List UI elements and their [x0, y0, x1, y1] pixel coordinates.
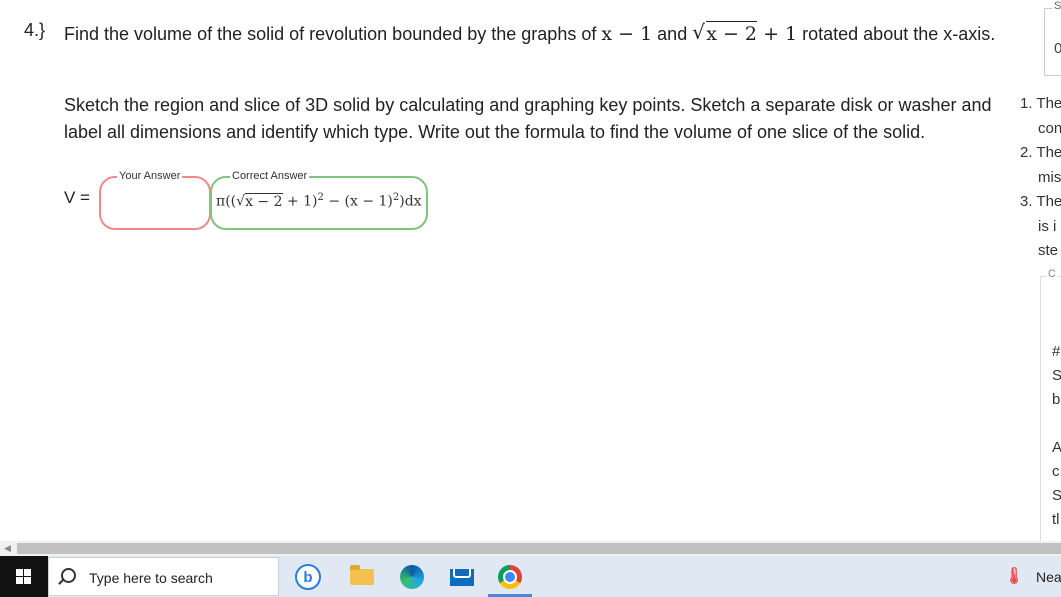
list-item: tl [1052, 511, 1060, 528]
list-item: 1. The [1020, 95, 1061, 112]
sqrt-icon: √ [692, 20, 705, 44]
right-panel: S 0 1. The con 2. The mis 3. The is i st… [1010, 0, 1061, 541]
question-suffix: rotated about the x-axis. [797, 24, 996, 44]
search-placeholder: Type here to search [89, 570, 213, 586]
your-answer-label: Your Answer [117, 170, 183, 182]
formula-radicand: x − 2 [245, 192, 283, 210]
mail-icon[interactable] [449, 564, 475, 590]
question-text: Find the volume of the solid of revoluti… [64, 20, 1004, 48]
question-prefix: Find the volume of the solid of revoluti… [64, 24, 602, 44]
formula-open: (( [225, 193, 237, 210]
question-panel: 4.} Find the volume of the solid of revo… [0, 0, 1010, 541]
correct-answer-box: Correct Answer π((√x − 2 + 1)2 − (x − 1)… [210, 170, 428, 230]
function-2-radicand: x − 2 [706, 21, 758, 45]
formula-pi: π [216, 193, 226, 210]
start-button[interactable] [0, 556, 48, 597]
rubric-list: 1. The con 2. The mis 3. The is i ste [1020, 92, 1061, 264]
formula-close: )dx [399, 193, 422, 210]
comment-lines: # S b A c S tl [1052, 340, 1061, 532]
taskbar-search-box[interactable]: Type here to search [48, 557, 279, 596]
list-item: mis [1038, 168, 1061, 186]
bing-icon[interactable]: b [295, 564, 321, 590]
list-item: is i [1038, 217, 1057, 235]
windows-icon [16, 569, 31, 584]
comment-legend: C [1046, 268, 1058, 280]
formula-mid: + 1) [282, 193, 318, 210]
correct-answer-label: Correct Answer [230, 170, 310, 182]
list-item [1052, 412, 1061, 436]
edge-browser-icon[interactable] [399, 564, 425, 590]
instructions-text: Sketch the region and slice of 3D solid … [64, 95, 992, 142]
bing-letter: b [303, 568, 313, 586]
taskbar: Type here to search b 🌡 Nea [0, 556, 1061, 597]
formula-minus: − (x − 1) [323, 193, 393, 210]
scroll-left-icon[interactable]: ◀ [4, 543, 11, 554]
score-value: 0 [1054, 40, 1061, 57]
scrollbar-thumb[interactable] [17, 543, 1061, 554]
list-item: A [1052, 439, 1061, 456]
question-and: and [652, 24, 693, 44]
list-item: # [1052, 343, 1061, 360]
list-item: S [1052, 367, 1061, 384]
list-item: 3. The [1020, 193, 1061, 210]
your-answer-box[interactable]: Your Answer [99, 170, 211, 230]
list-item: ste [1038, 242, 1059, 259]
list-item: 2. The [1020, 144, 1061, 161]
correct-answer-formula: π((√x − 2 + 1)2 − (x − 1)2)dx [216, 192, 422, 210]
function-2-sqrt: √ x − 2 [692, 20, 758, 48]
volume-label: V = [64, 188, 90, 207]
search-icon [61, 568, 76, 583]
file-explorer-icon[interactable] [349, 564, 375, 590]
list-item: con [1038, 119, 1061, 137]
list-item: b [1052, 391, 1061, 408]
weather-text[interactable]: Nea [1036, 569, 1061, 585]
list-item: S [1052, 487, 1061, 504]
list-item: c [1052, 463, 1060, 480]
question-number: 4.} [24, 20, 46, 40]
thermometer-icon[interactable]: 🌡 [1004, 566, 1024, 586]
score-legend: S [1052, 0, 1061, 12]
function-1: x − 1 [601, 23, 653, 45]
chrome-icon[interactable] [497, 564, 523, 590]
horizontal-scrollbar[interactable]: ◀ [0, 541, 1061, 556]
function-2-tail: + 1 [757, 23, 798, 45]
